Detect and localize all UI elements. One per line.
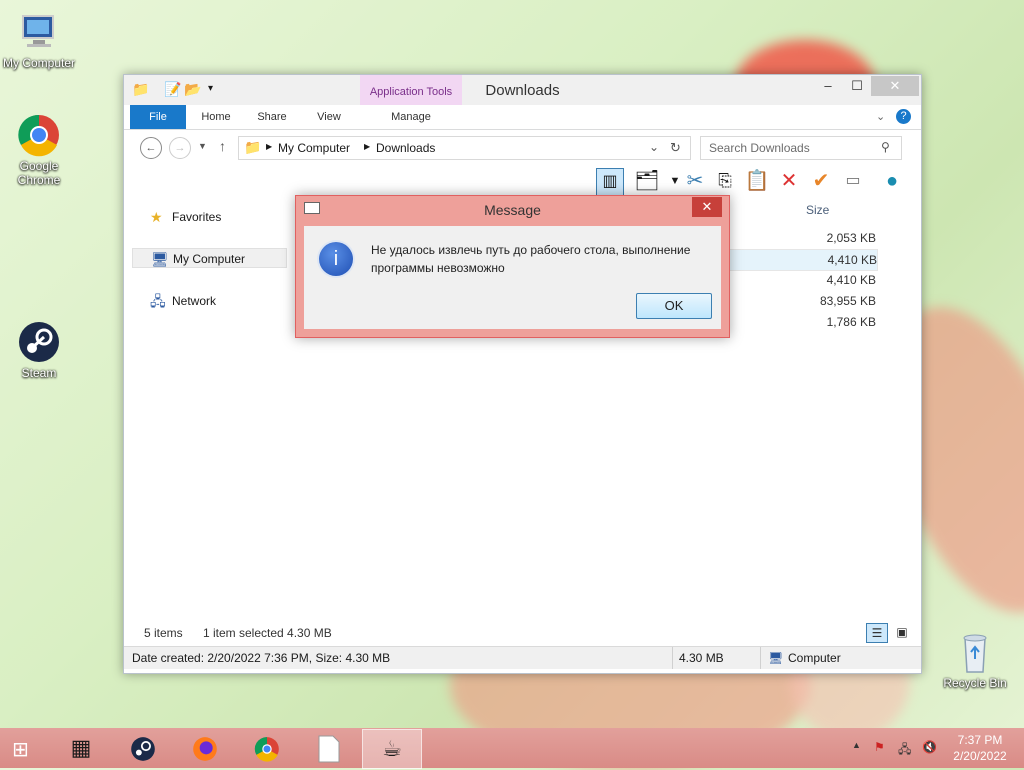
nav-item-label: Network	[172, 294, 217, 308]
preview-pane-icon[interactable]: ▥	[596, 168, 624, 196]
computer-icon: 🖥	[768, 651, 784, 665]
back-button[interactable]: ←	[140, 137, 162, 159]
taskbar-file-manager-icon[interactable]: ▦	[52, 729, 110, 767]
nav-item-label: My Computer	[173, 252, 246, 266]
address-row: ← → ▼ ↑ 📁 ▶ My Computer ▶ Downloads ⌄ ↻ …	[124, 130, 921, 164]
refresh-icon[interactable]: ↻	[670, 140, 681, 156]
large-icons-view-icon[interactable]: ▣	[892, 623, 912, 641]
status-bar: 5 items 1 item selected 4.30 MB ☰ ▣	[124, 622, 921, 644]
folder-icon: 📁	[244, 139, 262, 155]
clock-time: 7:37 PM	[957, 733, 1003, 747]
clock[interactable]: 7:37 PM 2/20/2022	[940, 732, 1020, 764]
minimize-button[interactable]: –	[814, 76, 842, 96]
properties-icon[interactable]: ▭	[840, 168, 866, 194]
breadcrumb-my-computer[interactable]: My Computer	[278, 141, 350, 155]
show-hidden-icons-icon[interactable]: ▲	[852, 740, 861, 750]
desktop-icon-google-chrome[interactable]: Google Chrome	[1, 113, 77, 187]
close-button[interactable]: ✕	[871, 76, 919, 96]
details-bar: Date created: 2/20/2022 7:36 PM, Size: 4…	[124, 646, 921, 669]
title-bar[interactable]: 📁 📝 📂 ▾ Application Tools Downloads – ☐ …	[124, 75, 921, 105]
volume-muted-icon[interactable]: 🔇	[922, 740, 937, 754]
tab-share[interactable]: Share	[250, 105, 294, 129]
explorer-window[interactable]: 📁 📝 📂 ▾ Application Tools Downloads – ☐ …	[123, 74, 922, 674]
details-info: Date created: 2/20/2022 7:36 PM, Size: 4…	[132, 651, 391, 665]
windows-start-icon[interactable]: ⊞	[12, 737, 29, 762]
address-bar[interactable]: 📁 ▶ My Computer ▶ Downloads ⌄ ↻	[238, 136, 691, 160]
tab-manage[interactable]: Manage	[360, 105, 462, 129]
star-icon: ★	[150, 209, 163, 225]
nav-item-my-computer[interactable]: 🖥 My Computer	[132, 248, 287, 268]
up-button[interactable]: ↑	[219, 138, 226, 154]
desktop-icon-label: Steam	[21, 366, 57, 380]
forward-button[interactable]: →	[169, 137, 191, 159]
desktop-icon-recycle-bin[interactable]: Recycle Bin	[937, 630, 1013, 690]
selection-info: 1 item selected 4.30 MB	[203, 626, 332, 640]
desktop-icon-label: Google Chrome	[17, 159, 61, 187]
info-icon: i	[319, 242, 353, 276]
taskbar-document-icon[interactable]	[300, 729, 358, 767]
computer-icon	[17, 10, 61, 54]
address-dropdown-icon[interactable]: ⌄	[649, 140, 659, 154]
window-title: Downloads	[485, 82, 560, 99]
breadcrumb-separator-icon: ▶	[266, 142, 273, 151]
custom-toolbar: ▥ 🗂 ▼ ✂ ⎘ 📋 ✕ ✔ ▭ ●	[124, 164, 921, 198]
taskbar: ⊞ ▦ ☕ ▲ ⚑ 🖧 🔇 7:37 PM 2/20/2022	[0, 728, 1024, 769]
dialog-message: Не удалось извлечь путь до рабочего стол…	[371, 243, 691, 275]
nav-item-network[interactable]: 🖧 Network	[132, 291, 287, 311]
chrome-icon	[17, 113, 61, 157]
ok-button[interactable]: OK	[636, 293, 712, 319]
desktop-icon-label: Recycle Bin	[943, 676, 1007, 690]
paste-icon[interactable]: 📋	[744, 168, 770, 194]
column-header-size[interactable]: Size	[806, 203, 829, 217]
network-icon: 🖧	[150, 293, 166, 309]
tab-home[interactable]: Home	[194, 105, 238, 129]
network-tray-icon[interactable]: 🖧	[898, 740, 911, 761]
breadcrumb-downloads[interactable]: Downloads	[376, 141, 435, 155]
details-view-icon[interactable]: ☰	[866, 623, 888, 643]
action-center-flag-icon[interactable]: ⚑	[874, 740, 885, 754]
desktop-icon-my-computer[interactable]: My Computer	[1, 10, 77, 70]
details-location: Computer	[788, 651, 841, 665]
item-count: 5 items	[144, 626, 183, 640]
taskbar-java-icon[interactable]: ☕	[362, 729, 422, 769]
desktop-icon-steam[interactable]: Steam	[1, 320, 77, 380]
dialog-body: i Не удалось извлечь путь до рабочего ст…	[304, 226, 721, 329]
rename-icon[interactable]: ✔	[808, 168, 834, 194]
recent-locations-icon[interactable]: ▼	[198, 141, 207, 151]
delete-icon[interactable]: ✕	[776, 168, 802, 194]
nav-item-favorites[interactable]: ★ Favorites	[132, 207, 287, 227]
steam-icon	[17, 320, 61, 364]
recycle-bin-icon	[953, 630, 997, 674]
tab-view[interactable]: View	[307, 105, 351, 129]
search-input[interactable]: Search Downloads ⚲	[700, 136, 902, 160]
ribbon-expand-icon[interactable]: ⌄	[876, 110, 885, 123]
computer-icon: 🖥	[151, 251, 169, 267]
breadcrumb-separator-icon: ▶	[364, 142, 371, 151]
clock-date: 2/20/2022	[953, 749, 1007, 763]
copy-icon[interactable]: ⎘	[712, 168, 738, 194]
taskbar-chrome-icon[interactable]	[238, 729, 296, 767]
nav-item-label: Favorites	[172, 210, 222, 224]
desktop-icon-label: My Computer	[2, 56, 76, 70]
cut-icon[interactable]: ✂	[682, 168, 708, 194]
help-icon[interactable]: ?	[896, 109, 911, 124]
tab-file[interactable]: File	[130, 105, 186, 129]
folder-options-icon[interactable]: 🗂	[634, 168, 660, 194]
navigation-pane: ★ Favorites 🖥 My Computer 🖧 Network	[132, 199, 290, 619]
taskbar-firefox-icon[interactable]	[176, 729, 234, 767]
network-shell-icon[interactable]: ●	[879, 168, 905, 194]
dialog-close-button[interactable]: ✕	[692, 197, 722, 217]
dialog-title: Message	[484, 202, 541, 218]
ribbon-tabs: File Home Share View Manage ⌄ ?	[124, 105, 921, 130]
taskbar-steam-icon[interactable]	[114, 729, 172, 767]
details-size: 4.30 MB	[679, 651, 724, 665]
message-dialog[interactable]: Message ✕ i Не удалось извлечь путь до р…	[295, 195, 730, 338]
search-icon: ⚲	[881, 140, 890, 154]
maximize-button[interactable]: ☐	[843, 76, 871, 96]
